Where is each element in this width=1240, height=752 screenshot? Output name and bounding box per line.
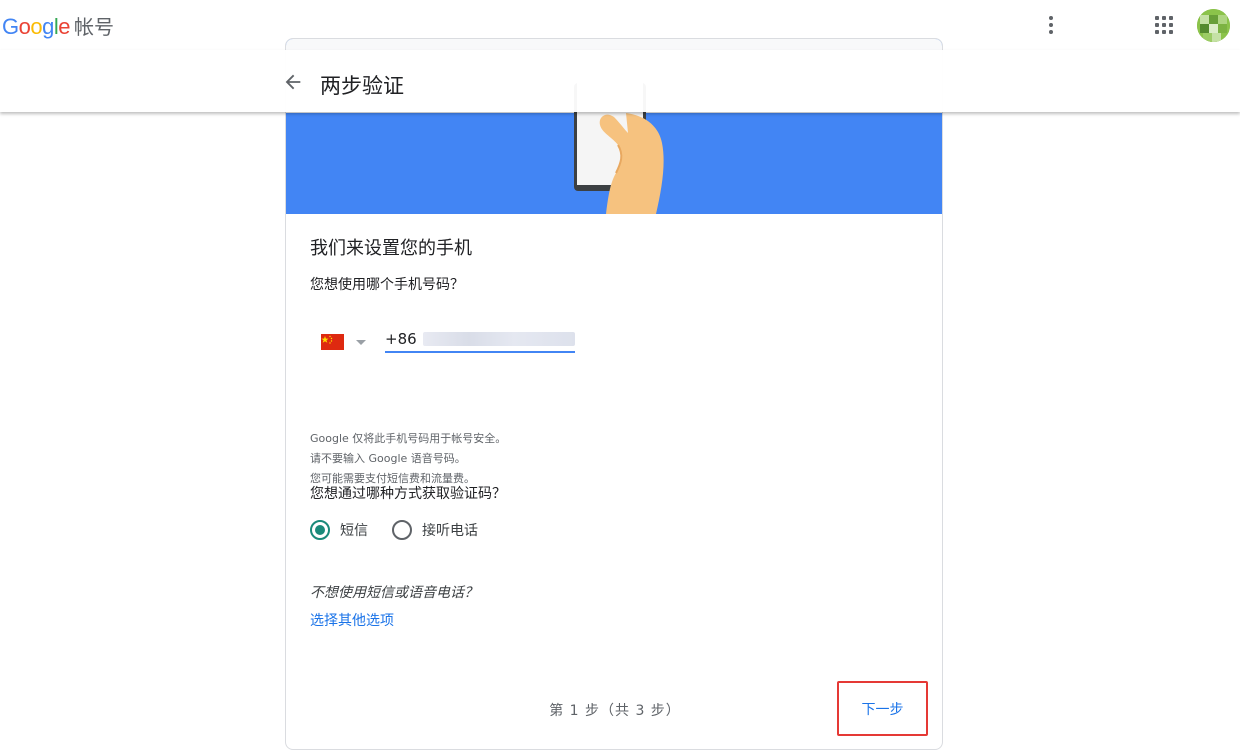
- next-button[interactable]: 下一步: [837, 681, 928, 736]
- country-code-prefix: +86: [385, 330, 417, 348]
- setup-card: 我们来设置您的手机 您想使用哪个手机号码？ +86 Google 仅将此手机号码…: [285, 38, 943, 750]
- info-line: Google 仅将此手机号码用于帐号安全。: [310, 432, 507, 445]
- avatar-image: [1197, 9, 1230, 42]
- google-account-logo[interactable]: Google 帐号: [2, 11, 114, 40]
- google-logo-text: Google: [2, 14, 71, 39]
- radio-label: 短信: [340, 523, 368, 539]
- radio-label: 接听电话: [422, 523, 478, 539]
- radio-sms[interactable]: 短信: [310, 520, 368, 540]
- page-title: 两步验证: [320, 74, 404, 98]
- apps-grid-icon[interactable]: [1155, 16, 1173, 34]
- country-select[interactable]: [321, 331, 373, 353]
- phone-number-input[interactable]: +86: [385, 327, 575, 353]
- caret-down-icon: [356, 339, 366, 345]
- alt-question: 不想使用短信或语音电话？: [310, 585, 478, 601]
- phone-info-notes: Google 仅将此手机号码用于帐号安全。 请不要输入 Google 语音号码。…: [310, 429, 506, 489]
- radio-voice-call[interactable]: 接听电话: [392, 520, 478, 540]
- page-header: 两步验证: [0, 50, 1240, 112]
- china-flag-icon: [321, 334, 344, 350]
- avatar[interactable]: [1197, 9, 1230, 42]
- section-title: 我们来设置您的手机: [310, 238, 472, 259]
- radio-unchecked-icon: [392, 520, 412, 540]
- arrow-left-icon[interactable]: [282, 71, 304, 93]
- more-vert-icon[interactable]: [1040, 12, 1062, 38]
- method-question: 您想通过哪种方式获取验证码？: [310, 486, 506, 502]
- phone-question: 您想使用哪个手机号码？: [310, 277, 464, 293]
- info-line: 请不要输入 Google 语音号码。: [310, 452, 466, 465]
- redacted-phone-number: [422, 332, 575, 346]
- verification-method-group: 短信 接听电话: [310, 520, 502, 540]
- product-name: 帐号: [74, 15, 115, 39]
- choose-other-option-link[interactable]: 选择其他选项: [310, 610, 394, 630]
- radio-checked-icon: [310, 520, 330, 540]
